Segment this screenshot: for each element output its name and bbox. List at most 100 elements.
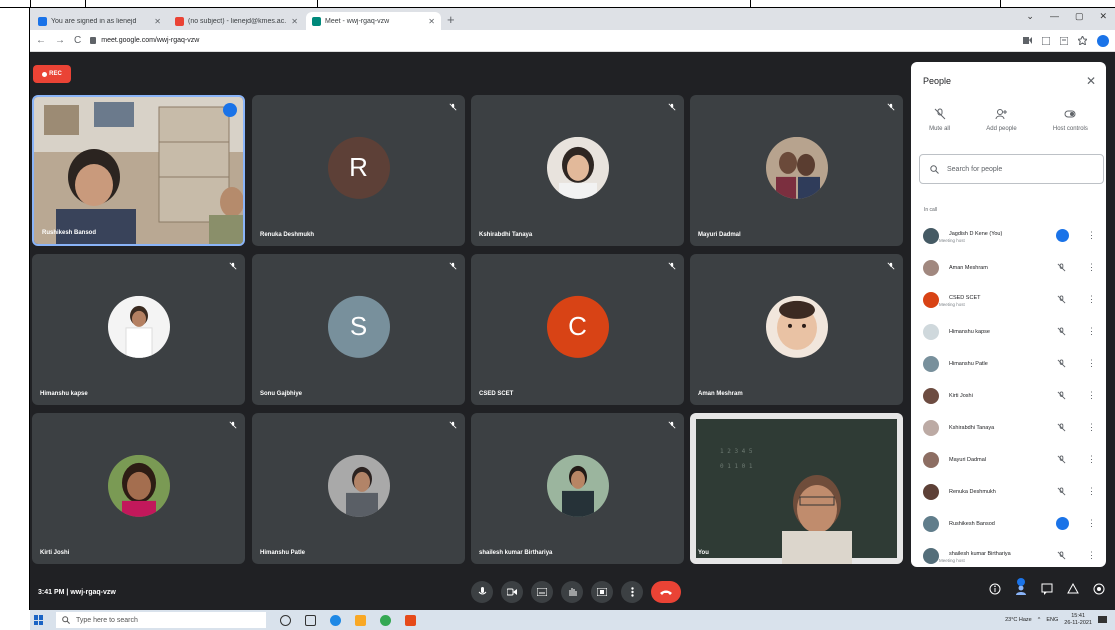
tray-chevron-icon[interactable]: ^ [1038, 617, 1041, 623]
mic-off-icon[interactable] [1057, 551, 1066, 560]
self-view-tile[interactable]: 1 2 3 4 5 0 1 1 0 1 You [690, 413, 903, 564]
participant-tile[interactable]: Mayuri Dadmal [690, 95, 903, 246]
extension-icon[interactable] [1042, 36, 1050, 45]
participant-more-icon[interactable]: ⋮ [1087, 518, 1096, 529]
microphone-button[interactable] [471, 581, 493, 603]
windows-start-icon[interactable] [34, 615, 44, 625]
participant-row[interactable]: Mayuri Dadmal ⋮ [911, 444, 1106, 476]
tab-close-icon[interactable]: ✕ [428, 17, 435, 26]
present-button[interactable] [591, 581, 613, 603]
participant-row[interactable]: Himanshu kapse ⋮ [911, 316, 1106, 348]
participant-more-icon[interactable]: ⋮ [1087, 358, 1096, 369]
participant-row[interactable]: Aman Meshram ⋮ [911, 252, 1106, 284]
taskbar-clock[interactable]: 15:41 26-11-2021 [1064, 613, 1092, 627]
maximize-button[interactable]: ▢ [1075, 11, 1084, 22]
participant-row[interactable]: Himanshu Patle ⋮ [911, 348, 1106, 380]
bookmark-star-icon[interactable] [1078, 36, 1087, 45]
mic-off-icon[interactable] [1057, 295, 1066, 304]
minimize-button[interactable]: — [1050, 11, 1059, 22]
browser-tab[interactable]: (no subject) - lienejd@kmes.ac. ✕ [169, 12, 304, 30]
host-controls-icon [1064, 110, 1076, 118]
mic-off-icon [887, 103, 895, 111]
mic-off-icon[interactable] [1057, 263, 1066, 272]
mic-off-icon[interactable] [1057, 423, 1066, 432]
host-safety-icon[interactable] [1093, 583, 1105, 595]
participant-more-icon[interactable]: ⋮ [1087, 390, 1096, 401]
participant-row[interactable]: shailesh kumar Birthariya Meeting host ⋮ [911, 540, 1106, 567]
url-field[interactable]: meet.google.com/wwj-rgaq-vzw [90, 37, 199, 44]
task-view-icon[interactable] [305, 614, 316, 626]
participant-tile[interactable]: Kirti Joshi [32, 413, 245, 564]
people-button[interactable] [1015, 578, 1027, 601]
participant-tile[interactable]: R Renuka Deshmukh [252, 95, 465, 246]
mic-off-icon[interactable] [1057, 455, 1066, 464]
back-button[interactable]: ← [36, 35, 46, 46]
weather-widget[interactable]: 23°C Haze [1005, 617, 1032, 623]
participant-tile[interactable]: Himanshu Patle [252, 413, 465, 564]
captions-button[interactable] [531, 581, 553, 603]
participant-tile[interactable]: shailesh kumar Birthariya [471, 413, 684, 564]
browser-tab-active[interactable]: Meet - wwj-rgaq-vzw ✕ [306, 12, 441, 30]
mic-off-icon[interactable] [1057, 327, 1066, 336]
camera-button[interactable] [501, 581, 523, 603]
mic-off-icon[interactable] [1057, 487, 1066, 496]
browser-tab[interactable]: You are signed in as lienejd ✕ [32, 12, 167, 30]
participant-more-icon[interactable]: ⋮ [1087, 230, 1096, 241]
meeting-info: 3:41 PM | wwj-rgaq-vzw [38, 589, 116, 596]
input-language[interactable]: ENG [1046, 617, 1058, 623]
cortana-icon[interactable] [280, 614, 291, 626]
participant-row[interactable]: Kirti Joshi ⋮ [911, 380, 1106, 412]
participant-tile[interactable]: Aman Meshram [690, 254, 903, 405]
close-window-button[interactable]: ✕ [1099, 11, 1107, 22]
forward-button[interactable]: → [55, 35, 65, 46]
mute-all-button[interactable]: Mute all [929, 108, 950, 132]
participant-row[interactable]: Renuka Deshmukh ⋮ [911, 476, 1106, 508]
taskbar-search-input[interactable]: Type here to search [56, 612, 266, 628]
participant-tile[interactable]: Kshirabdhi Tanaya [471, 95, 684, 246]
tab-title: (no subject) - lienejd@kmes.ac. [188, 17, 287, 25]
activities-icon[interactable] [1067, 583, 1079, 595]
participant-row[interactable]: Rushikesh Bansod ⋮ [911, 508, 1106, 540]
camera-icon[interactable] [1023, 37, 1032, 44]
profile-avatar[interactable] [1097, 34, 1109, 47]
participant-more-icon[interactable]: ⋮ [1087, 486, 1096, 497]
search-icon [930, 164, 939, 174]
participant-tile[interactable]: Himanshu kapse [32, 254, 245, 405]
participant-row[interactable]: CSED SCET Meeting host ⋮ [911, 284, 1106, 316]
host-controls-button[interactable]: Host controls [1053, 108, 1088, 132]
mic-off-icon[interactable] [1057, 359, 1066, 368]
participant-more-icon[interactable]: ⋮ [1087, 550, 1096, 561]
participant-more-icon[interactable]: ⋮ [1087, 454, 1096, 465]
leave-call-button[interactable] [651, 581, 681, 603]
participant-row[interactable]: Kshirabdhi Tanaya ⋮ [911, 412, 1106, 444]
more-options-button[interactable] [621, 581, 643, 603]
tab-close-icon[interactable]: ✕ [291, 17, 298, 26]
file-explorer-icon[interactable] [355, 614, 366, 626]
close-panel-icon[interactable]: ✕ [1086, 74, 1096, 88]
raise-hand-button[interactable] [561, 581, 583, 603]
participant-avatar [923, 324, 939, 340]
add-people-button[interactable]: Add people [986, 108, 1017, 132]
participant-more-icon[interactable]: ⋮ [1087, 294, 1096, 305]
reading-list-icon[interactable] [1060, 36, 1068, 45]
tab-close-icon[interactable]: ✕ [154, 17, 161, 26]
search-people-input[interactable]: Search for people [919, 154, 1104, 184]
participant-more-icon[interactable]: ⋮ [1087, 422, 1096, 433]
edge-browser-icon[interactable] [330, 614, 341, 626]
chat-icon[interactable] [1041, 583, 1053, 595]
info-icon[interactable] [989, 583, 1001, 595]
participant-tile[interactable]: C CSED SCET [471, 254, 684, 405]
reload-button[interactable]: C [74, 35, 81, 46]
chrome-browser-icon[interactable] [380, 614, 391, 626]
mic-off-icon[interactable] [1057, 391, 1066, 400]
office-app-icon[interactable] [405, 614, 416, 626]
new-tab-button[interactable]: + [447, 12, 455, 27]
participant-more-icon[interactable]: ⋮ [1087, 262, 1096, 273]
notifications-icon[interactable] [1098, 615, 1107, 625]
participant-tile[interactable]: S Sonu Gajbhiye [252, 254, 465, 405]
participant-text: Kirti Joshi [939, 392, 973, 400]
tab-search-button[interactable]: ⌄ [1026, 11, 1034, 22]
participant-more-icon[interactable]: ⋮ [1087, 326, 1096, 337]
participant-tile[interactable]: Rushikesh Bansod [32, 95, 245, 246]
participant-row[interactable]: Jagdish D Kene (You) Meeting host ⋮ [911, 220, 1106, 252]
